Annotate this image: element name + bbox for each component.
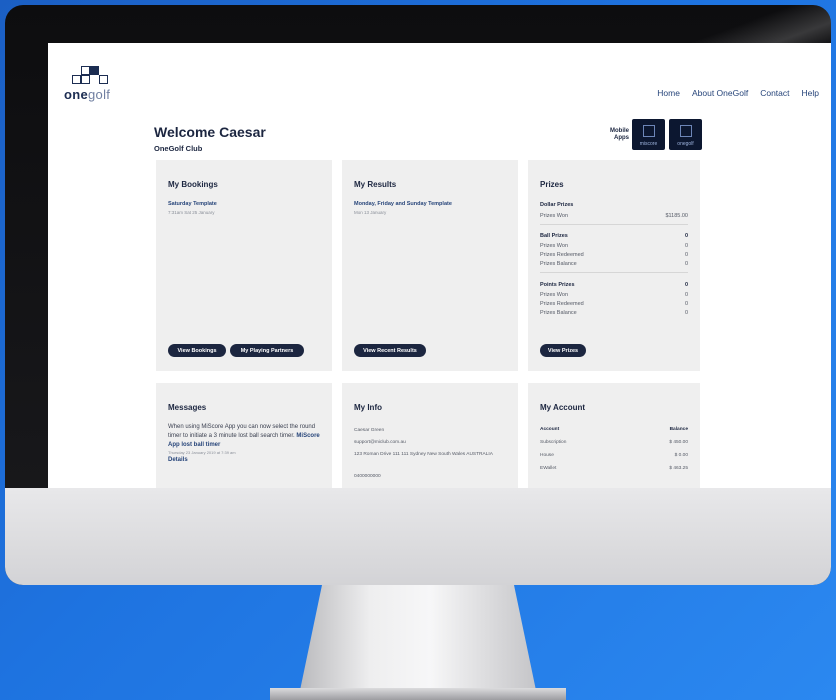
ball-prizes-balance-row: Prizes Balance 0 xyxy=(540,261,688,267)
prize-label: Prizes Won xyxy=(540,243,569,249)
prizes-title: Prizes xyxy=(540,180,564,189)
top-navigation: Home About OneGolf Contact Help xyxy=(657,88,819,98)
info-name: Caesar Green xyxy=(354,428,385,433)
app-name: onegolf xyxy=(677,141,694,147)
playing-partners-button[interactable]: My Playing Partners xyxy=(230,344,304,357)
prize-value: $1185.00 xyxy=(665,213,688,219)
monitor-stand xyxy=(298,585,538,700)
result-item-date: Mon 13 January xyxy=(354,210,387,215)
view-prizes-button[interactable]: View Prizes xyxy=(540,344,586,357)
results-card: My Results Monday, Friday and Sunday Tem… xyxy=(342,160,518,371)
account-balance: $ 450.00 xyxy=(669,440,688,445)
prize-label: Prizes Won xyxy=(540,213,569,219)
prize-value: 0 xyxy=(684,282,688,288)
balance-col-header: Balance xyxy=(669,427,688,432)
info-email: support@miclub.com.au xyxy=(354,440,406,445)
prize-label: Prizes Redeemed xyxy=(540,301,584,307)
mobile-label-line: Apps xyxy=(614,135,629,141)
account-col-header: Account xyxy=(540,427,560,432)
logo-square xyxy=(90,66,99,75)
message-text: When using MiScore App you can now selec… xyxy=(168,424,316,439)
table-row: Subscription $ 450.00 xyxy=(540,440,688,445)
divider xyxy=(540,272,688,273)
browser-screen: onegolf Home About OneGolf Contact Help … xyxy=(48,43,831,488)
ball-prizes-header: Ball Prizes 0 xyxy=(540,233,688,239)
nav-contact[interactable]: Contact xyxy=(760,88,789,98)
dollar-prizes-header: Dollar Prizes xyxy=(540,202,688,208)
table-row: House $ 0.00 xyxy=(540,453,688,458)
mobile-label-line: Mobile xyxy=(610,128,629,134)
messages-title: Messages xyxy=(168,403,207,412)
onegolf-app-button[interactable]: onegolf xyxy=(669,119,702,150)
logo-wordmark: onegolf xyxy=(64,87,110,102)
points-prizes-won-row: Prizes Won 0 xyxy=(540,292,688,298)
account-name: EWallet xyxy=(540,466,557,471)
account-name: Subscription xyxy=(540,440,567,445)
info-card: My Info Caesar Green support@miclub.com.… xyxy=(342,383,518,488)
nav-home[interactable]: Home xyxy=(657,88,680,98)
message-details-link[interactable]: Details xyxy=(168,456,326,465)
account-title: My Account xyxy=(540,403,586,412)
prize-label: Prizes Balance xyxy=(540,310,577,316)
logo-square xyxy=(72,75,81,84)
points-prizes-redeemed-row: Prizes Redeemed 0 xyxy=(540,301,688,307)
mobile-apps-label: Mobile Apps xyxy=(599,128,629,142)
prize-value: 0 xyxy=(684,292,688,298)
prize-value: 0 xyxy=(684,301,688,307)
view-bookings-button[interactable]: View Bookings xyxy=(168,344,226,357)
bookings-card: My Bookings Saturday Template 7:31am Sat… xyxy=(156,160,332,371)
prizes-card: Prizes Dollar Prizes Prizes Won $1185.00 … xyxy=(528,160,700,371)
account-balance: $ 0.00 xyxy=(674,453,688,458)
prize-label: Prizes Redeemed xyxy=(540,252,584,258)
app-name: miscore xyxy=(639,141,658,147)
messages-card: Messages When using MiScore App you can … xyxy=(156,383,332,488)
table-row: EWallet $ 463.25 xyxy=(540,466,688,471)
logo-square xyxy=(81,75,90,84)
monitor-stand-base xyxy=(270,688,566,700)
miscore-app-button[interactable]: miscore xyxy=(632,119,665,150)
booking-item-title[interactable]: Saturday Template xyxy=(168,201,217,207)
prize-value: 0 xyxy=(684,310,688,316)
bookings-title: My Bookings xyxy=(168,180,218,189)
ball-prizes-won-row: Prizes Won 0 xyxy=(540,243,688,249)
welcome-heading: Welcome Caesar xyxy=(154,124,266,140)
monitor-frame: onegolf Home About OneGolf Contact Help … xyxy=(5,5,831,585)
prize-value: 0 xyxy=(684,261,688,267)
dollar-prizes-won-row: Prizes Won $1185.00 xyxy=(540,213,688,219)
points-prizes-balance-row: Prizes Balance 0 xyxy=(540,310,688,316)
nav-help[interactable]: Help xyxy=(802,88,819,98)
monitor-chin xyxy=(5,488,831,585)
nav-about[interactable]: About OneGolf xyxy=(692,88,748,98)
miscore-app-icon xyxy=(642,125,655,137)
prize-label: Dollar Prizes xyxy=(540,202,574,208)
prize-label: Prizes Won xyxy=(540,292,569,298)
prize-label: Points Prizes xyxy=(540,282,575,288)
points-prizes-header: Points Prizes 0 xyxy=(540,282,688,288)
prize-label: Prizes Balance xyxy=(540,261,577,267)
ball-prizes-redeemed-row: Prizes Redeemed 0 xyxy=(540,252,688,258)
logo-text-bold: one xyxy=(64,87,89,102)
result-item-title[interactable]: Monday, Friday and Sunday Template xyxy=(354,201,452,207)
prize-value: 0 xyxy=(684,252,688,258)
club-name: OneGolf Club xyxy=(154,144,203,153)
account-card: My Account Account Balance Subscription $ … xyxy=(528,383,700,488)
onegolf-app-icon xyxy=(679,125,692,137)
info-address: 123 Roman Drive 111 111 Sydney New South… xyxy=(354,452,493,457)
prize-value: 0 xyxy=(684,233,688,239)
info-phone: 0400000000 xyxy=(354,474,381,479)
view-results-button[interactable]: View Recent Results xyxy=(354,344,426,357)
message-body: When using MiScore App you can now selec… xyxy=(168,423,326,465)
results-title: My Results xyxy=(354,180,397,189)
booking-item-date: 7:31am Sat 25 January xyxy=(168,210,215,215)
prize-value: 0 xyxy=(684,243,688,249)
logo-square xyxy=(99,75,108,84)
logo-square xyxy=(81,66,90,75)
info-title: My Info xyxy=(354,403,382,412)
divider xyxy=(540,224,688,225)
logo-text-light: golf xyxy=(88,87,111,102)
account-name: House xyxy=(540,453,554,458)
account-balance: $ 463.25 xyxy=(669,466,688,471)
account-table-header: Account Balance xyxy=(540,427,688,432)
prize-label: Ball Prizes xyxy=(540,233,568,239)
